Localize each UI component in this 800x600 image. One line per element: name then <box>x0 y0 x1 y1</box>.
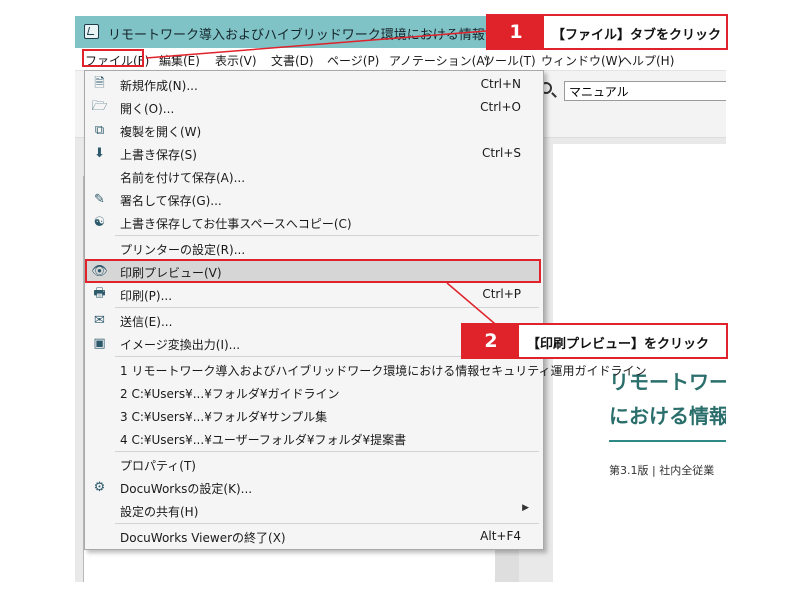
menu-item-docuworks-settings[interactable]: ⚙ DocuWorksの設定(K)... <box>85 476 541 499</box>
menu-item-label: イメージ変換出力(I)... <box>120 338 241 352</box>
menu-help[interactable]: ヘルプ(H) <box>620 52 674 69</box>
menu-item-label: プリンターの設定(R)... <box>120 243 246 257</box>
menu-item-recent-1[interactable]: 1 リモートワーク導入およびハイブリッドワーク環境における情報セキュリティ運用ガ… <box>85 358 647 381</box>
menu-item-label: 新規作成(N)... <box>120 79 198 93</box>
menu-item-label: 設定の共有(H) <box>120 505 199 519</box>
menu-item-label: 上書き保存(S) <box>120 148 197 162</box>
user-settings-icon: ⚙ <box>93 480 106 495</box>
menu-page[interactable]: ページ(P) <box>327 52 379 69</box>
callout-step-1: 1 【ファイル】タブをクリック <box>486 14 728 50</box>
menu-item-label: 送信(E)... <box>120 315 173 329</box>
menu-item-open[interactable]: 🗁 開く(O)... Ctrl+O <box>85 96 541 119</box>
file-menu-dropdown: 🗎 新規作成(N)... Ctrl+N 🗁 開く(O)... Ctrl+O ⧉ … <box>84 70 647 550</box>
shortcut-label: Ctrl+P <box>482 287 521 301</box>
menu-item-label: 3 C:¥Users¥...¥フォルダ¥サンプル集 <box>120 410 328 424</box>
app-logo-icon <box>84 24 99 39</box>
menu-item-exit[interactable]: DocuWorks Viewerの終了(X) Alt+F4 <box>85 525 541 548</box>
menu-item-printer-settings[interactable]: プリンターの設定(R)... <box>85 237 541 260</box>
menu-item-label: 開く(O)... <box>120 102 175 116</box>
shortcut-label: Ctrl+O <box>480 100 521 114</box>
menu-item-label: DocuWorksの設定(K)... <box>120 482 253 496</box>
duplicate-open-icon: ⧉ <box>94 123 105 138</box>
menu-item-save-as[interactable]: 名前を付けて保存(A)... <box>85 165 541 188</box>
menu-item-new[interactable]: 🗎 新規作成(N)... Ctrl+N <box>85 73 541 96</box>
printer-icon: 🖶 <box>93 285 106 301</box>
document-heading-line2: における情報 <box>609 404 726 428</box>
menu-item-label: プロパティ(T) <box>120 459 196 473</box>
menu-tools[interactable]: ツール(T) <box>483 52 536 69</box>
signed-save-icon: ✎ <box>94 192 105 207</box>
menu-edit[interactable]: 編集(E) <box>159 52 200 69</box>
menu-item-recent-3[interactable]: 3 C:¥Users¥...¥フォルダ¥サンプル集 <box>85 404 541 427</box>
menu-separator <box>115 235 539 236</box>
menu-item-label: 署名して保存(G)... <box>120 194 222 208</box>
save-copy-workspace-icon: ☯ <box>93 215 106 230</box>
menu-bar: ファイル(F) 編集(E) 表示(V) 文書(D) ページ(P) アノテーション… <box>75 48 726 71</box>
open-folder-icon: 🗁 <box>91 98 108 114</box>
step-instruction: 【印刷プレビュー】をクリック <box>527 337 710 352</box>
callout-step-2: 2 【印刷プレビュー】をクリック <box>461 323 728 359</box>
shortcut-label: Alt+F4 <box>480 529 521 543</box>
document-meta: 第3.1版 | 社内全従業 <box>609 464 715 477</box>
menu-document[interactable]: 文書(D) <box>271 52 314 69</box>
step-instruction: 【ファイル】タブをクリック <box>552 28 722 43</box>
menu-view[interactable]: 表示(V) <box>215 52 257 69</box>
menu-item-properties[interactable]: プロパティ(T) <box>85 453 541 476</box>
overwrite-save-icon: ⬇ <box>94 146 105 161</box>
file-menu-highlight-box <box>82 49 144 67</box>
menu-item-recent-2[interactable]: 2 C:¥Users¥...¥フォルダ¥ガイドライン <box>85 381 541 404</box>
menu-item-label: 上書き保存してお仕事スペースへコピー(C) <box>120 217 352 231</box>
menu-item-share-settings[interactable]: 設定の共有(H) ▶ <box>85 499 541 522</box>
submenu-arrow-icon: ▶ <box>522 503 529 513</box>
step-number: 2 <box>463 325 519 357</box>
step-number: 1 <box>488 16 544 48</box>
menu-separator <box>115 307 539 308</box>
menu-item-label: 1 リモートワーク導入およびハイブリッドワーク環境における情報セキュリティ運用ガ… <box>120 364 647 378</box>
menu-item-label: 4 C:¥Users¥...¥ユーザーフォルダ¥フォルダ¥提案書 <box>120 433 407 447</box>
menu-item-recent-4[interactable]: 4 C:¥Users¥...¥ユーザーフォルダ¥フォルダ¥提案書 <box>85 427 541 450</box>
menu-annotation[interactable]: アノテーション(A) <box>389 52 489 69</box>
menu-item-label: 複製を開く(W) <box>120 125 202 139</box>
menu-item-label: DocuWorks Viewerの終了(X) <box>120 531 286 545</box>
menu-item-save[interactable]: ⬇ 上書き保存(S) Ctrl+S <box>85 142 541 165</box>
menu-separator <box>115 523 539 524</box>
menu-item-label: 2 C:¥Users¥...¥フォルダ¥ガイドライン <box>120 387 340 401</box>
print-preview-highlight-box <box>85 259 541 283</box>
menu-separator <box>115 451 539 452</box>
shortcut-label: Ctrl+S <box>481 146 521 160</box>
menu-item-save-copy-workspace[interactable]: ☯ 上書き保存してお仕事スペースへコピー(C) <box>85 211 541 234</box>
shortcut-label: Ctrl+N <box>480 77 521 91</box>
menu-item-signed-save[interactable]: ✎ 署名して保存(G)... <box>85 188 541 211</box>
menu-window[interactable]: ウィンドウ(W) <box>541 52 622 69</box>
image-convert-icon: ▣ <box>93 336 106 351</box>
mail-icon: ✉ <box>94 313 105 328</box>
heading-divider <box>609 440 726 442</box>
menu-item-label: 印刷(P)... <box>120 289 173 303</box>
search-input[interactable] <box>564 81 726 101</box>
menu-item-open-duplicate[interactable]: ⧉ 複製を開く(W) <box>85 119 541 142</box>
menu-item-label: 名前を付けて保存(A)... <box>120 171 246 185</box>
new-document-icon: 🗎 <box>94 75 105 91</box>
menu-item-print[interactable]: 🖶 印刷(P)... Ctrl+P <box>85 283 541 306</box>
